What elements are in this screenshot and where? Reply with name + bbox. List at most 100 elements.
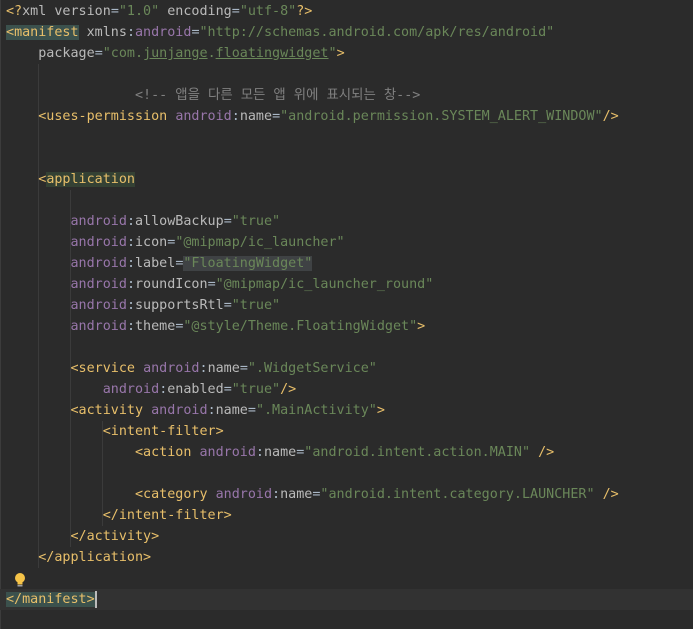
code-token: android [215, 487, 273, 502]
code-line[interactable]: <!-- 앱을 다른 모든 앱 위에 표시되는 창--> [0, 85, 693, 106]
code-token: android [135, 25, 192, 40]
code-token: <activity [6, 403, 152, 418]
code-token: junjange [143, 46, 208, 61]
code-token: = [231, 4, 240, 19]
code-token: <action [6, 445, 200, 460]
code-line[interactable]: <manifest xmlns:android="http://schemas.… [0, 22, 693, 43]
code-line[interactable] [0, 127, 693, 148]
code-line[interactable]: android:label="FloatingWidget" [0, 253, 693, 274]
code-token: android [143, 361, 200, 376]
code-line[interactable] [0, 190, 693, 211]
code-token: = [94, 46, 103, 61]
code-token: > [417, 319, 426, 334]
code-token: name [280, 487, 313, 502]
code-token: = [191, 25, 200, 40]
code-line[interactable]: <uses-permission android:name="android.p… [0, 106, 693, 127]
code-token: android [6, 298, 127, 313]
code-token: android [6, 214, 127, 229]
code-line[interactable]: <category android:name="android.intent.c… [0, 484, 693, 505]
code-token: android [175, 109, 232, 124]
code-token: android [6, 256, 127, 271]
code-token: name [215, 403, 248, 418]
code-token: = [272, 109, 281, 124]
code-editor[interactable]: <?xml version="1.0" encoding="utf-8"?> <m… [0, 0, 693, 629]
code-line[interactable] [0, 337, 693, 358]
code-line-text: </manifest> [6, 589, 97, 610]
code-line[interactable] [0, 568, 693, 589]
code-line-text: </application> [6, 547, 151, 568]
code-line-text: android:label="FloatingWidget" [6, 253, 313, 274]
code-token: <category [6, 487, 216, 502]
code-token: < [6, 25, 15, 40]
code-token: <!-- 앱을 다른 모든 앱 위에 표시되는 창--> [6, 88, 421, 103]
code-token: "1.0" [118, 4, 160, 19]
code-token: xmlns [78, 25, 127, 40]
code-token: : [126, 319, 135, 334]
code-line[interactable]: </activity> [0, 526, 693, 547]
code-token: ".WidgetService" [247, 361, 377, 376]
code-line-text: <intent-filter> [6, 421, 224, 442]
code-token: floatingwidget [215, 46, 329, 61]
code-token: icon [135, 235, 168, 250]
code-token: : [207, 403, 216, 418]
code-token: name [239, 109, 273, 124]
code-token: android [6, 319, 127, 334]
code-token: android [6, 277, 127, 292]
code-line[interactable]: android:allowBackup="true" [0, 211, 693, 232]
code-line-text: <category android:name="android.intent.c… [6, 484, 619, 505]
code-line[interactable] [0, 148, 693, 169]
code-line-text: <!-- 앱을 다른 모든 앱 위에 표시되는 창--> [6, 85, 420, 106]
code-token: "http://schemas.android.com/apk/res/andr… [199, 25, 555, 40]
code-token: <service [6, 361, 144, 376]
code-token: theme [135, 319, 176, 334]
code-line-text: <activity android:name=".MainActivity"> [6, 400, 385, 421]
code-line[interactable]: <application [0, 169, 693, 190]
code-token: "android.intent.category.LAUNCHER" [320, 487, 595, 502]
code-line-text: <application [6, 169, 135, 190]
code-line[interactable]: android:enabled="true"/> [0, 379, 693, 400]
code-line[interactable]: package="com.junjange.floatingwidget"> [0, 43, 693, 64]
code-token: > [376, 403, 385, 418]
code-line[interactable]: </application> [0, 547, 693, 568]
code-token: </ [6, 592, 23, 607]
code-token: = [239, 361, 248, 376]
code-token: name [263, 445, 297, 460]
code-token: enabled [167, 382, 224, 397]
code-token: </application> [6, 550, 152, 565]
code-token: "FloatingWidget" [183, 256, 313, 271]
code-token: : [199, 361, 208, 376]
code-line-text: android:icon="@mipmap/ic_launcher" [6, 232, 345, 253]
code-line[interactable]: android:roundIcon="@mipmap/ic_launcher_r… [0, 274, 693, 295]
lightbulb-icon[interactable] [13, 572, 27, 588]
code-token: : [126, 277, 135, 292]
code-line[interactable]: </manifest> [0, 589, 693, 610]
code-token: manifest [14, 25, 79, 40]
code-line[interactable]: <intent-filter> [0, 421, 693, 442]
code-token: "@mipmap/ic_launcher" [175, 235, 345, 250]
code-line-text: android:enabled="true"/> [6, 379, 297, 400]
code-line-text: <manifest xmlns:android="http://schemas.… [6, 22, 554, 43]
code-token: manifest [22, 592, 87, 607]
code-token: android [199, 445, 256, 460]
code-line[interactable]: android:theme="@style/Theme.FloatingWidg… [0, 316, 693, 337]
code-token: <uses-permission [6, 109, 176, 124]
code-line[interactable]: </intent-filter> [0, 505, 693, 526]
code-token: = [223, 214, 232, 229]
code-line-text: android:roundIcon="@mipmap/ic_launcher_r… [6, 274, 433, 295]
code-line[interactable] [0, 64, 693, 85]
code-line[interactable]: <?xml version="1.0" encoding="utf-8"?> [0, 1, 693, 22]
code-token: encoding [159, 4, 232, 19]
code-token: : [255, 445, 264, 460]
code-line[interactable]: android:icon="@mipmap/ic_launcher" [0, 232, 693, 253]
code-line[interactable]: <activity android:name=".MainActivity"> [0, 400, 693, 421]
code-token: "com. [102, 46, 144, 61]
code-token: ".MainActivity" [255, 403, 377, 418]
code-line[interactable] [0, 463, 693, 484]
code-token: " [328, 46, 337, 61]
code-line[interactable]: <action android:name="android.intent.act… [0, 442, 693, 463]
code-token: < [6, 172, 47, 187]
code-line[interactable]: <service android:name=".WidgetService" [0, 358, 693, 379]
code-token: name [207, 361, 240, 376]
code-token: /> [594, 487, 619, 502]
code-line[interactable]: android:supportsRtl="true" [0, 295, 693, 316]
